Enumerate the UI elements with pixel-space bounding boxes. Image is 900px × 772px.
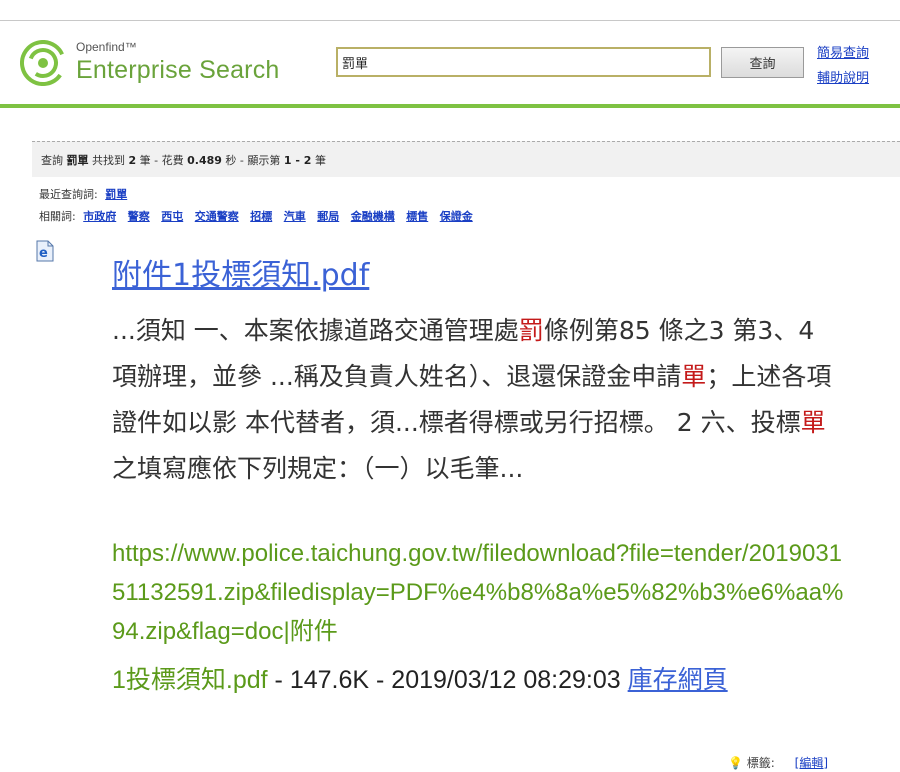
result-date: 2019/03/12 08:29:03 [391,666,621,694]
related-terms: 相關詞: 市政府 警察 西屯 交通警察 招標 汽車 郵局 金融機構 標售 保證金 [39,208,481,224]
tag-row: 💡 標籤: [編輯] [728,754,828,771]
openfind-logo: Openfind™ Enterprise Search [20,38,290,90]
svg-text:e: e [39,246,48,261]
search-button[interactable]: 查詢 [721,47,804,78]
result-filename: 1投標須知.pdf [112,666,268,694]
search-input[interactable] [336,47,711,77]
related-term-link[interactable]: 標售 [406,210,428,223]
help-link[interactable]: 輔助說明 [817,67,869,86]
related-label: 相關詞: [39,210,76,223]
summary-found-suffix: 筆 - 花費 [139,154,184,167]
related-term-link[interactable]: 郵局 [317,210,339,223]
recent-label: 最近查詢詞: [39,188,98,201]
related-term-link[interactable]: 金融機構 [351,210,395,223]
simple-search-link[interactable]: 簡易查詢 [817,42,869,61]
result-title-link[interactable]: 附件1投標須知.pdf [112,250,369,294]
related-term-link[interactable]: 西屯 [161,210,183,223]
query-info-bar: 查詢 罰單 共找到 2 筆 - 花費 0.489 秒 - 顯示第 1 - 2 筆 [32,141,900,177]
top-divider [0,20,900,21]
summary-time: 0.489 [187,154,222,167]
meta-separator: - [369,666,392,694]
related-term-link[interactable]: 市政府 [83,210,116,223]
logo-product-text: Enterprise Search [76,56,280,84]
query-summary: 查詢 罰單 共找到 2 筆 - 花費 0.489 秒 - 顯示第 1 - 2 筆 [41,152,326,168]
related-term-link[interactable]: 保證金 [440,210,473,223]
summary-query: 罰單 [66,154,89,167]
related-term-link[interactable]: 汽車 [284,210,306,223]
recent-keyword-link[interactable]: 罰單 [105,188,127,201]
summary-prefix: 查詢 [41,154,63,167]
snippet-text: 之填寫應依下列規定：（一）以毛筆... [112,454,524,483]
openfind-logo-icon [20,40,66,86]
summary-time-suffix: 秒 - 顯示第 [225,154,281,167]
meta-separator: - [267,666,290,694]
related-term-link[interactable]: 招標 [250,210,272,223]
result-meta: 1投標須知.pdf - 147.6K - 2019/03/12 08:29:03… [112,656,852,704]
result-url: https://www.police.taichung.gov.tw/filed… [112,540,844,645]
result-snippet: ...須知 一、本案依據道路交通管理處罰條例第85 條之3 第3、4 項辦理，並… [112,308,842,492]
cache-link[interactable]: 庫存網頁 [628,666,728,694]
snippet-highlight: 罰 [518,316,544,345]
related-term-link[interactable]: 交通警察 [195,210,239,223]
summary-found-prefix: 共找到 [92,154,125,167]
related-term-link[interactable]: 警察 [128,210,150,223]
snippet-highlight: 單 [800,408,826,437]
header-divider [0,104,900,108]
summary-count: 2 [128,154,137,167]
summary-range: 1 - 2 [283,154,312,167]
lightbulb-icon: 💡 [728,756,743,770]
result-size: 147.6K [289,666,370,694]
ie-document-icon: e [36,240,54,262]
tag-label: 標籤: [746,756,775,770]
snippet-text: ...須知 一、本案依據道路交通管理處 [112,316,519,345]
recent-queries: 最近查詢詞: 罰單 [39,186,135,202]
summary-range-suffix: 筆 [314,154,326,167]
edit-tags-link[interactable]: [編輯] [795,756,828,770]
snippet-highlight: 單 [681,362,707,391]
logo-brand-text: Openfind™ [76,40,137,54]
